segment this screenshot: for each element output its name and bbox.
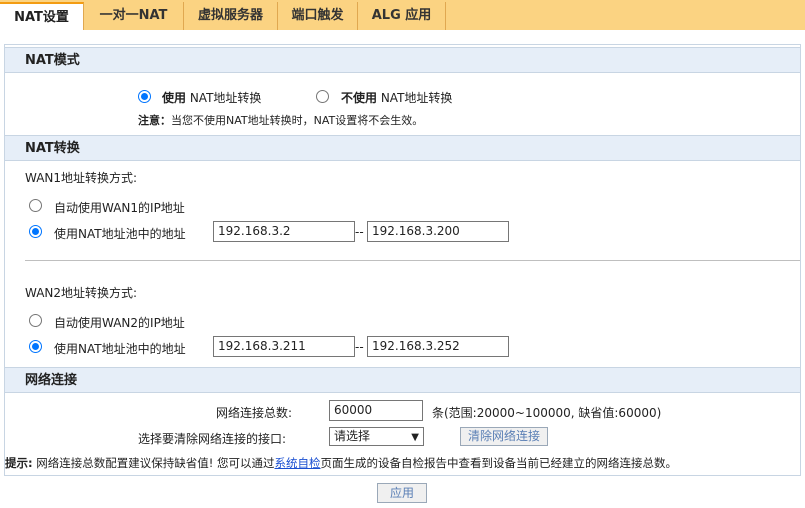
tab-bar: NAT设置 一对一NAT 虚拟服务器 端口触发 ALG 应用 bbox=[0, 0, 805, 30]
wan1-pool-label: 使用NAT地址池中的地址 bbox=[54, 227, 186, 241]
clear-iface-label: 选择要清除网络连接的接口: bbox=[138, 432, 287, 446]
interface-select-value: 请选择 bbox=[334, 429, 371, 443]
use-nat-label-text: NAT地址转换 bbox=[186, 91, 262, 105]
interface-select[interactable]: 请选择 ▼ bbox=[329, 427, 424, 446]
settings-panel: NAT模式 使用 NAT地址转换 不使用 NAT地址转换 注意：当您不使用NAT… bbox=[4, 44, 801, 476]
tip-text-2: 页面生成的设备自检报告中查看到设备当前已经建立的网络连接总数。 bbox=[320, 456, 678, 470]
tip-bold: 提示: bbox=[5, 456, 33, 470]
tab-alg[interactable]: ALG 应用 bbox=[358, 2, 446, 30]
tab-nat-settings[interactable]: NAT设置 bbox=[0, 2, 84, 30]
use-nat-label: 使用 NAT地址转换 bbox=[162, 89, 261, 106]
tip-text-1: 网络连接总数配置建议保持缺省值! 您可以通过 bbox=[32, 456, 275, 470]
total-connections-label: 网络连接总数: bbox=[216, 406, 293, 420]
chevron-down-icon: ▼ bbox=[411, 432, 419, 443]
tip-text: 提示: 网络连接总数配置建议保持缺省值! 您可以通过系统自检页面生成的设备自检报… bbox=[5, 455, 677, 471]
wan2-auto-radio[interactable] bbox=[29, 314, 42, 327]
wan2-auto-label: 自动使用WAN2的IP地址 bbox=[54, 316, 185, 330]
apply-button[interactable]: 应用 bbox=[377, 483, 427, 503]
wan2-pool-end-input[interactable]: 192.168.3.252 bbox=[367, 336, 509, 357]
section-title-nat-conversion: NAT转换 bbox=[5, 135, 800, 161]
use-nat-label-bold: 使用 bbox=[162, 91, 187, 105]
clear-connections-button[interactable]: 清除网络连接 bbox=[460, 427, 548, 446]
wan1-range-dash: -- bbox=[355, 225, 364, 239]
nat-note-text: 当您不使用NAT地址转换时，NAT设置将不会生效。 bbox=[171, 114, 424, 127]
wan2-range-dash: -- bbox=[355, 340, 364, 354]
wan1-auto-radio[interactable] bbox=[29, 199, 42, 212]
wan1-auto-label: 自动使用WAN1的IP地址 bbox=[54, 201, 185, 215]
connections-range-hint: 条(范围:20000~100000, 缺省值:60000) bbox=[432, 406, 662, 420]
tab-virtual-server[interactable]: 虚拟服务器 bbox=[184, 2, 278, 30]
no-nat-label-bold: 不使用 bbox=[341, 91, 378, 105]
nat-note: 注意：当您不使用NAT地址转换时，NAT设置将不会生效。 bbox=[138, 112, 423, 128]
divider bbox=[25, 260, 800, 261]
wan2-pool-radio[interactable] bbox=[29, 340, 42, 353]
section-title-network-connections: 网络连接 bbox=[5, 367, 800, 393]
no-nat-label-text: NAT地址转换 bbox=[377, 91, 453, 105]
no-nat-radio[interactable] bbox=[316, 90, 329, 103]
section-title-nat-mode: NAT模式 bbox=[5, 47, 800, 73]
no-nat-label: 不使用 NAT地址转换 bbox=[341, 89, 452, 106]
wan2-pool-label: 使用NAT地址池中的地址 bbox=[54, 342, 186, 356]
wan1-pool-start-input[interactable]: 192.168.3.2 bbox=[213, 221, 355, 242]
wan1-mode-label: WAN1地址转换方式: bbox=[25, 171, 138, 185]
wan2-pool-start-input[interactable]: 192.168.3.211 bbox=[213, 336, 355, 357]
nat-note-bold: 注意： bbox=[138, 114, 171, 127]
tab-one-to-one-nat[interactable]: 一对一NAT bbox=[84, 2, 184, 30]
wan2-mode-label: WAN2地址转换方式: bbox=[25, 286, 138, 300]
system-check-link[interactable]: 系统自检 bbox=[275, 456, 321, 470]
tab-port-trigger[interactable]: 端口触发 bbox=[278, 2, 358, 30]
total-connections-input[interactable]: 60000 bbox=[329, 400, 423, 421]
wan1-pool-end-input[interactable]: 192.168.3.200 bbox=[367, 221, 509, 242]
wan1-pool-radio[interactable] bbox=[29, 225, 42, 238]
use-nat-radio[interactable] bbox=[138, 90, 151, 103]
